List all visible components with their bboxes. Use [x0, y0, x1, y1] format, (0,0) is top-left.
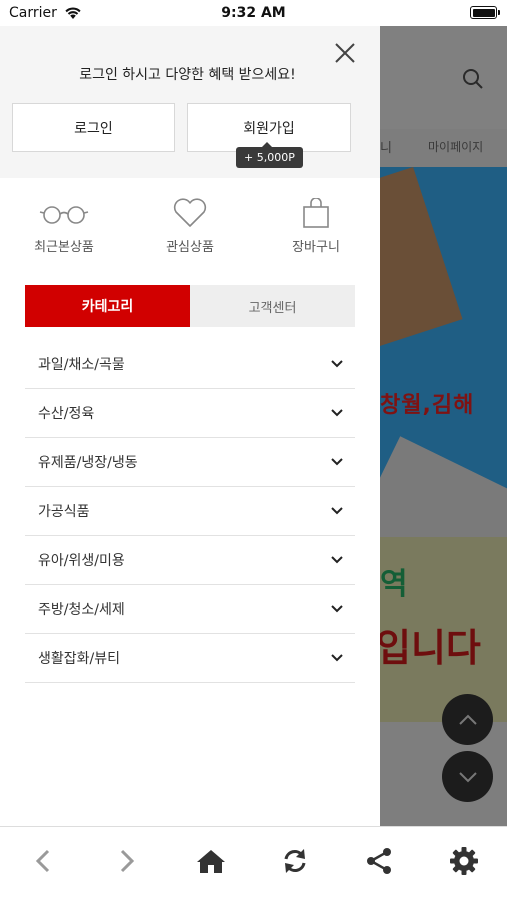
status-bar: Carrier 9:32 AM — [0, 0, 507, 26]
category-item[interactable]: 생활잡화/뷰티 — [25, 634, 355, 683]
chevron-down-icon — [331, 360, 343, 368]
category-label: 수산/정육 — [38, 406, 95, 422]
category-item[interactable]: 유제품/냉장/냉동 — [25, 438, 355, 487]
share-button[interactable] — [361, 843, 397, 879]
quick-link-wishlist[interactable]: 관심상품 — [130, 198, 250, 255]
tab-customer-center[interactable]: 고객센터 — [190, 285, 355, 327]
background-tab-mypage: 마이페이지 — [428, 140, 484, 154]
quick-link-recent[interactable]: 최근본상품 — [4, 198, 124, 255]
back-icon — [35, 849, 50, 873]
quick-link-label: 관심상품 — [166, 240, 214, 255]
login-button[interactable]: 로그인 — [12, 103, 175, 152]
category-label: 과일/채소/곡물 — [38, 357, 125, 373]
share-icon — [367, 848, 391, 874]
bottom-toolbar — [0, 826, 507, 900]
category-label: 유아/위생/미용 — [38, 553, 125, 569]
join-point-badge: + 5,000P — [236, 142, 303, 168]
refresh-button[interactable] — [277, 843, 313, 879]
settings-button[interactable] — [446, 843, 482, 879]
chevron-down-icon — [331, 458, 343, 466]
forward-icon — [120, 849, 135, 873]
glasses-icon — [39, 206, 89, 224]
settings-icon — [450, 847, 478, 875]
chevron-down-icon — [331, 409, 343, 417]
banner-text: 창월,김해 — [380, 393, 475, 418]
tab-category[interactable]: 카테고리 — [25, 285, 190, 327]
banner-text-green: 역 — [380, 567, 408, 602]
chevron-up-icon — [458, 714, 477, 725]
chevron-down-icon — [331, 654, 343, 662]
login-promo-text: 로그인 하시고 다양한 혜택 받으세요! — [79, 67, 296, 83]
category-item[interactable]: 가공식품 — [25, 487, 355, 536]
quick-link-label: 장바구니 — [292, 240, 340, 255]
category-label: 생활잡화/뷰티 — [38, 651, 120, 667]
background-header — [380, 26, 507, 129]
home-button[interactable] — [193, 843, 229, 879]
chevron-down-icon — [331, 605, 343, 613]
refresh-icon — [284, 849, 306, 873]
battery-icon — [470, 6, 500, 19]
chevron-down-icon — [331, 556, 343, 564]
background-tab-partial: 니 — [380, 141, 392, 156]
category-list: 과일/채소/곡물 수산/정육 유제품/냉장/냉동 가공식품 유아/위생/미용 주… — [25, 340, 355, 683]
chevron-down-icon — [458, 771, 477, 782]
category-label: 주방/청소/세제 — [38, 602, 125, 618]
banner-text-red: 입니다 — [380, 626, 481, 670]
drawer-login-section — [0, 26, 380, 178]
forward-button[interactable] — [109, 843, 145, 879]
back-button[interactable] — [25, 843, 61, 879]
chevron-down-icon — [331, 507, 343, 515]
category-item[interactable]: 과일/채소/곡물 — [25, 340, 355, 389]
heart-icon — [173, 198, 207, 227]
category-label: 유제품/냉장/냉동 — [38, 455, 138, 471]
category-item[interactable]: 유아/위생/미용 — [25, 536, 355, 585]
shopping-bag-icon — [303, 198, 329, 228]
background-banner: 창월,김해 — [380, 167, 507, 537]
home-icon — [197, 850, 225, 873]
scroll-down-button[interactable] — [442, 751, 493, 802]
category-label: 가공식품 — [38, 504, 90, 520]
search-icon — [462, 68, 484, 94]
category-item[interactable]: 수산/정육 — [25, 389, 355, 438]
clock: 9:32 AM — [221, 5, 286, 21]
background-banner-bottom: 역 입니다 — [380, 537, 507, 722]
quick-link-label: 최근본상품 — [34, 240, 94, 255]
category-item[interactable]: 주방/청소/세제 — [25, 585, 355, 634]
side-menu-drawer: 로그인 하시고 다양한 혜택 받으세요! 로그인 회원가입 + 5,000P 최… — [0, 26, 380, 826]
scroll-up-button[interactable] — [442, 694, 493, 745]
quick-link-cart[interactable]: 장바구니 — [256, 198, 376, 255]
